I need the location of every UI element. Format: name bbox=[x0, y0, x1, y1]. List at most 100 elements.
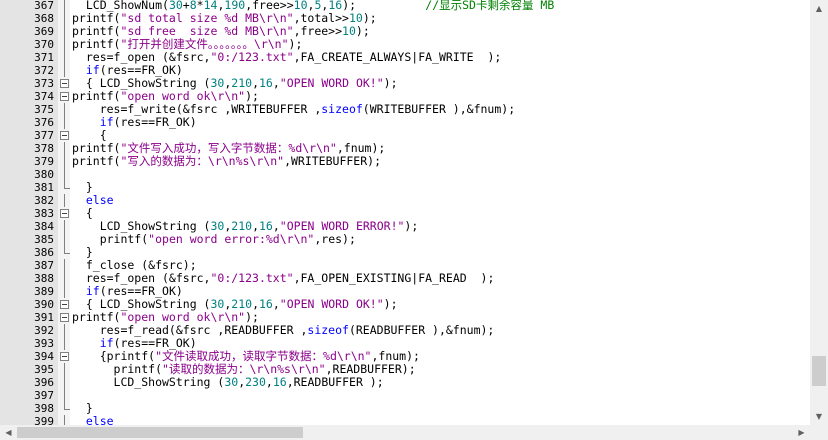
token-num: 210 bbox=[231, 219, 253, 233]
line-number: 399 bbox=[34, 415, 54, 425]
token-text: ); bbox=[288, 37, 303, 51]
scroll-up-arrow-icon[interactable]: ▲ bbox=[810, 0, 828, 17]
token-str: "0:/123.txt" bbox=[210, 271, 294, 285]
token-text: , bbox=[265, 375, 273, 389]
token-text: , bbox=[272, 76, 280, 90]
fold-guide-line bbox=[64, 415, 65, 425]
token-text: (WRITEBUFFER ),&fnum); bbox=[362, 102, 516, 116]
token-text: (res==FR_OK) bbox=[99, 63, 183, 77]
code-text: LCD_ShowString (30,230,16,READBUFFER ); bbox=[72, 376, 384, 389]
line-number: 395 bbox=[34, 363, 54, 376]
token-str: "open word error:%d\r\n" bbox=[148, 232, 315, 246]
token-text: ,READBUFFER ); bbox=[286, 375, 384, 389]
fold-guide-line bbox=[64, 363, 65, 376]
token-text: , bbox=[252, 76, 259, 90]
fold-guide-line bbox=[64, 376, 65, 389]
token-kw: sizeof bbox=[321, 102, 363, 116]
fold-guide-line bbox=[64, 168, 65, 181]
code-line[interactable]: 382 else bbox=[0, 194, 810, 207]
token-str: "写入的数据为：\r\n%s\r\n" bbox=[120, 154, 285, 168]
scroll-down-arrow-icon[interactable]: ▼ bbox=[810, 408, 828, 425]
fold-guide-line bbox=[64, 64, 65, 77]
token-text: } bbox=[72, 401, 93, 415]
token-text: ,res); bbox=[314, 232, 356, 246]
token-num: 210 bbox=[231, 76, 253, 90]
fold-collapse-icon[interactable] bbox=[60, 92, 69, 101]
fold-collapse-icon[interactable] bbox=[60, 209, 69, 218]
code-line[interactable]: 398 } bbox=[0, 401, 810, 416]
code-line[interactable]: 380 bbox=[0, 168, 810, 181]
token-text: printf( bbox=[72, 154, 121, 168]
token-text: ,FA_OPEN_EXISTING|FA_READ ); bbox=[293, 271, 495, 285]
token-text: res=f_write(&fsrc ,WRITEBUFFER , bbox=[72, 102, 322, 116]
fold-guide-line bbox=[64, 337, 65, 350]
fold-collapse-icon[interactable] bbox=[60, 313, 69, 322]
fold-guide-line bbox=[64, 142, 65, 155]
code-lines[interactable]: 367 LCD_ShowNum(30+8*14,190,free>>10,5,1… bbox=[0, 0, 810, 425]
horizontal-scrollbar[interactable]: ◀ ▶ bbox=[0, 425, 810, 440]
vertical-scroll-thumb[interactable] bbox=[812, 356, 826, 386]
fold-guide-line bbox=[64, 0, 65, 12]
code-editor[interactable]: 367 LCD_ShowNum(30+8*14,190,free>>10,5,1… bbox=[0, 0, 810, 425]
token-text: } bbox=[72, 180, 93, 194]
token-kw: else bbox=[85, 414, 114, 426]
token-text: res=f_read(&fsrc ,READBUFFER , bbox=[72, 323, 308, 337]
code-line[interactable]: 379 printf("写入的数据为：\r\n%s\r\n",WRITEBUFFE… bbox=[0, 155, 810, 168]
token-str: "open word ok\r\n" bbox=[120, 89, 246, 103]
fold-guide-line bbox=[64, 324, 65, 337]
token-text: printf( bbox=[72, 37, 121, 51]
code-line[interactable]: 381 } bbox=[0, 180, 810, 195]
horizontal-scroll-thumb[interactable] bbox=[17, 427, 303, 438]
line-number: 370 bbox=[34, 38, 54, 51]
scroll-left-arrow-icon[interactable]: ◀ bbox=[0, 425, 17, 440]
code-line[interactable]: 396 LCD_ShowString (30,230,16,READBUFFER… bbox=[0, 376, 810, 389]
line-number: 375 bbox=[34, 103, 54, 116]
fold-guide-line bbox=[64, 12, 65, 25]
line-number: 383 bbox=[34, 207, 54, 220]
fold-guide-line bbox=[64, 272, 65, 285]
token-str: "open word ok\r\n" bbox=[120, 310, 246, 324]
fold-collapse-icon[interactable] bbox=[60, 352, 69, 361]
token-text: printf( bbox=[72, 11, 121, 25]
line-number: 377 bbox=[34, 129, 54, 142]
line-number: 384 bbox=[34, 220, 54, 233]
fold-guide-line bbox=[64, 233, 65, 246]
token-cmt: //显示SD卡剩余容量 MB bbox=[425, 0, 555, 12]
fold-guide-line bbox=[64, 285, 65, 298]
token-kw: sizeof bbox=[307, 323, 349, 337]
token-text: ); bbox=[245, 310, 259, 324]
token-text: { LCD_ShowString ( bbox=[72, 76, 211, 90]
line-number: 371 bbox=[34, 51, 54, 64]
token-text: printf( bbox=[72, 89, 121, 103]
scroll-right-arrow-icon[interactable]: ▶ bbox=[793, 425, 810, 440]
fold-end-marker bbox=[64, 246, 70, 254]
line-number: 378 bbox=[34, 142, 54, 155]
code-line[interactable]: 397 bbox=[0, 389, 810, 402]
code-line[interactable]: 376 if(res==FR_OK) bbox=[0, 116, 810, 129]
fold-guide-line bbox=[64, 25, 65, 38]
line-number: 374 bbox=[34, 90, 54, 103]
vertical-scrollbar[interactable]: ▲ ▼ bbox=[810, 0, 828, 425]
fold-collapse-icon[interactable] bbox=[60, 79, 69, 88]
fold-guide-line bbox=[64, 116, 65, 129]
fold-guide-line bbox=[64, 38, 65, 51]
line-number: 396 bbox=[34, 376, 54, 389]
token-text: ); bbox=[245, 89, 259, 103]
code-line[interactable]: 385 printf("open word error:%d\r\n",res)… bbox=[0, 233, 810, 246]
token-num: 210 bbox=[231, 297, 253, 311]
code-line[interactable]: 399 else bbox=[0, 415, 810, 425]
token-num: 30 bbox=[210, 76, 225, 90]
line-number: 367 bbox=[34, 0, 54, 12]
token-kw: else bbox=[85, 193, 114, 207]
fold-collapse-icon[interactable] bbox=[60, 131, 69, 140]
token-text: { LCD_ShowString ( bbox=[72, 297, 211, 311]
token-num: 16 bbox=[259, 76, 273, 90]
fold-collapse-icon[interactable] bbox=[60, 300, 69, 309]
fold-guide-line bbox=[64, 155, 65, 168]
line-number: 385 bbox=[34, 233, 54, 246]
line-number: 373 bbox=[34, 77, 54, 90]
token-text: f_close (&fsrc); bbox=[72, 258, 197, 272]
token-text: (res==FR_OK) bbox=[99, 284, 183, 298]
